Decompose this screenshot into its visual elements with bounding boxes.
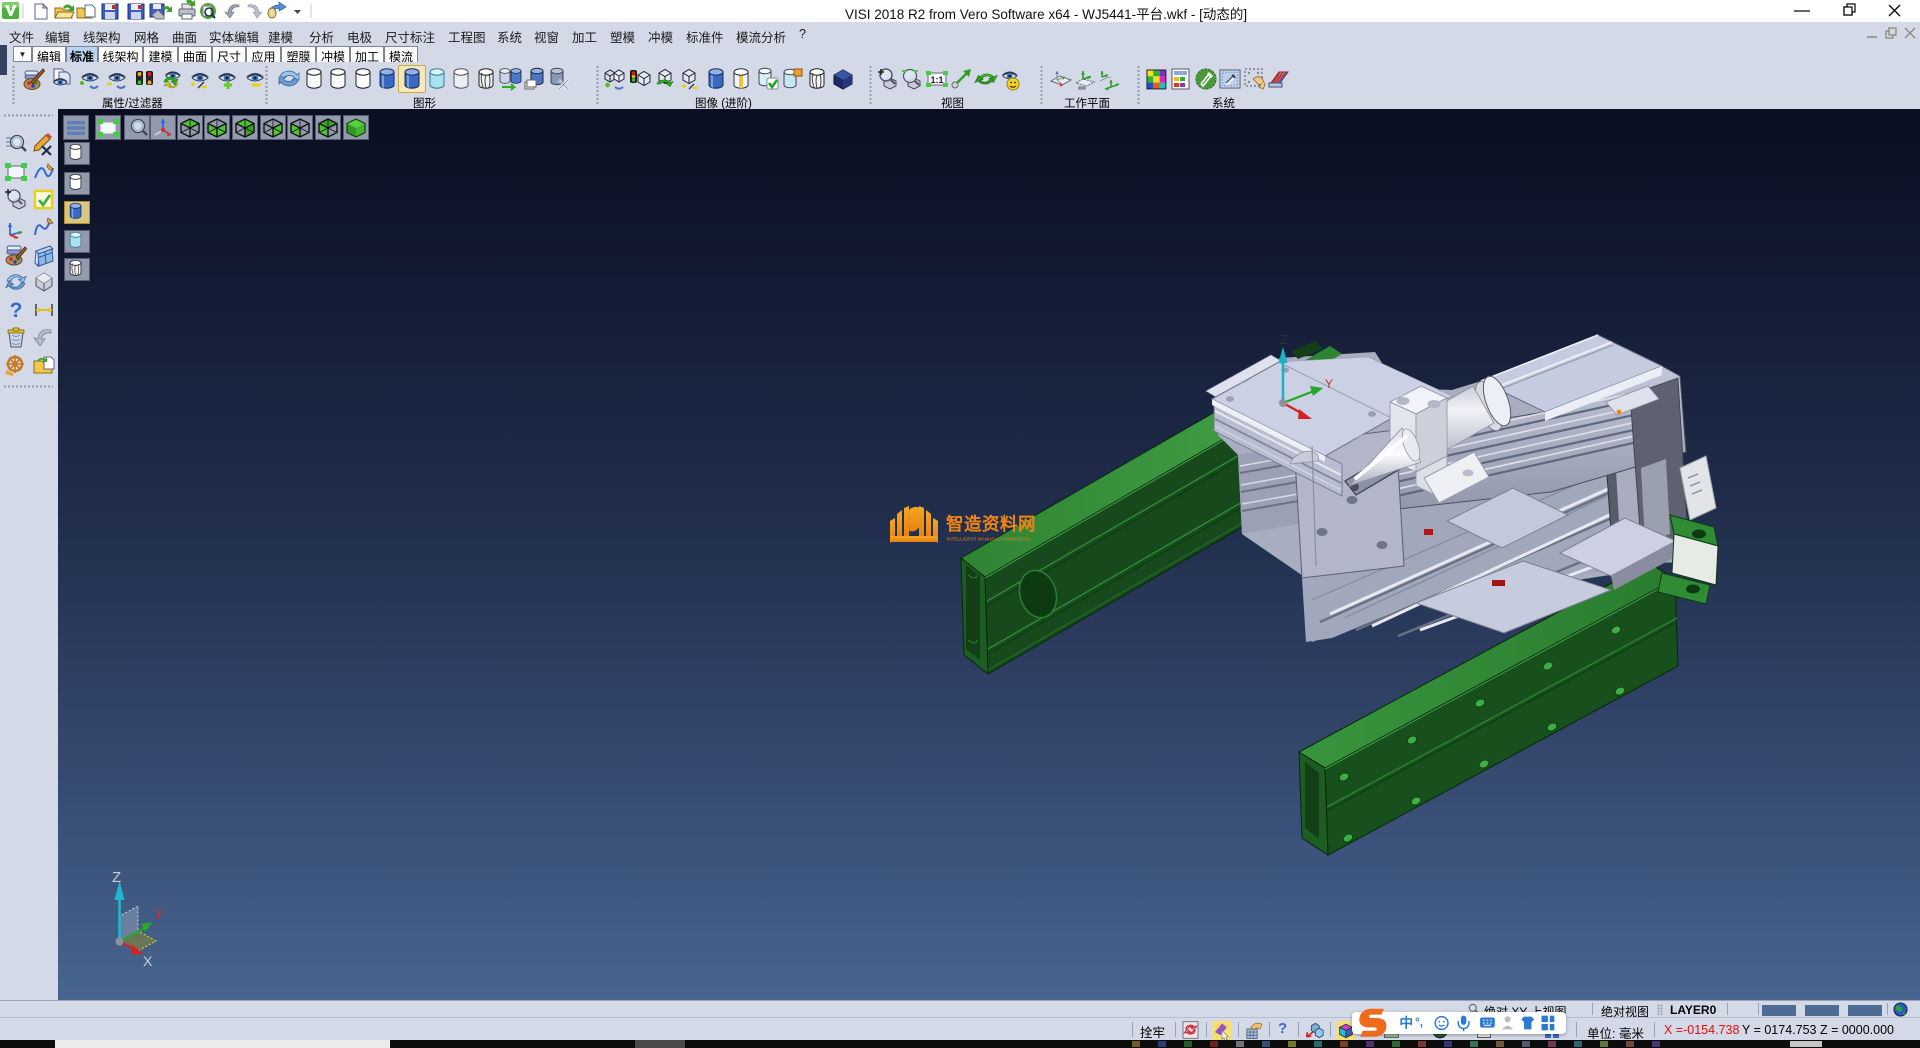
svg-text:Y: Y	[1325, 377, 1333, 391]
svg-text:Z: Z	[112, 869, 121, 886]
svg-text:°,: °,	[1415, 1015, 1423, 1029]
svg-text:智造资料网: 智造资料网	[946, 514, 1036, 534]
svg-text:X: X	[143, 953, 153, 969]
svg-text:INTELLIGENT MANUFACTURING DATA: INTELLIGENT MANUFACTURING DATA	[947, 537, 1032, 542]
svg-text:中: 中	[1399, 1015, 1413, 1031]
svg-text:Z: Z	[1280, 332, 1288, 347]
svg-text:Y: Y	[154, 906, 164, 922]
